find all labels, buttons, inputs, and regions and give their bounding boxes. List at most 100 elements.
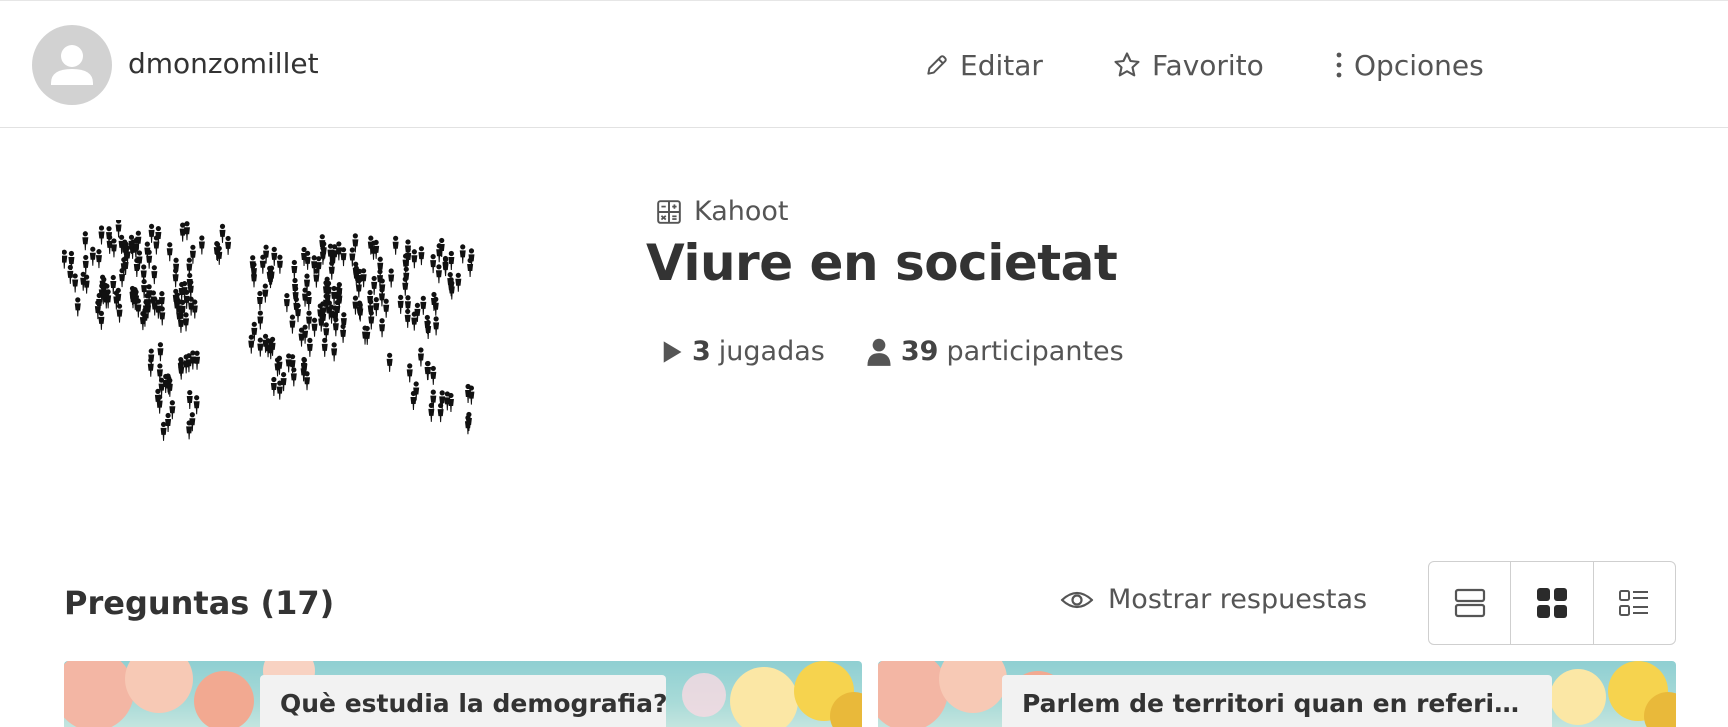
person-figure — [251, 268, 258, 288]
person-figure — [178, 281, 185, 302]
person-figure — [306, 337, 313, 357]
options-button[interactable]: Opciones — [1334, 45, 1484, 85]
eye-icon — [1060, 591, 1094, 608]
person-figure — [225, 235, 232, 255]
user-silhouette-icon — [51, 45, 93, 85]
person-figure — [82, 231, 89, 251]
show-answers-button[interactable]: Mostrar respuestas — [1060, 584, 1367, 615]
person-figure — [147, 357, 154, 377]
edit-label: Editar — [960, 48, 1043, 82]
person-figure — [442, 257, 449, 277]
person-figure — [183, 354, 190, 374]
person-figure — [198, 235, 205, 255]
person-figure — [417, 347, 424, 367]
person-icon — [867, 338, 891, 366]
plays-stat: 3 jugadas — [660, 336, 825, 367]
question-card[interactable]: Què estudia la demografia? — [64, 661, 862, 727]
person-figure — [418, 246, 425, 266]
person-figure — [153, 235, 160, 255]
person-figure — [428, 402, 435, 422]
list-view-icon — [1619, 590, 1649, 616]
person-figure — [283, 292, 290, 313]
person-figure — [133, 257, 140, 277]
grid-view-icon — [1536, 588, 1567, 618]
person-figure — [397, 294, 404, 314]
person-figure — [455, 272, 462, 292]
question-title: Parlem de territori quan en referim a... — [1002, 675, 1552, 727]
person-figure — [151, 296, 158, 316]
person-figure — [248, 334, 255, 354]
person-figure — [74, 297, 81, 317]
participants-count: 39 — [900, 336, 939, 367]
person-figure — [166, 377, 173, 397]
person-figure — [158, 377, 165, 397]
person-figure — [98, 310, 105, 330]
star-icon — [1114, 52, 1140, 77]
person-figure — [148, 223, 155, 243]
person-figure — [157, 342, 164, 362]
top-bar: dmonzomillet Editar Favorito Opciones — [0, 0, 1728, 128]
person-figure — [270, 376, 277, 397]
person-figure — [191, 299, 198, 319]
person-figure — [332, 317, 339, 337]
person-figure — [151, 265, 158, 285]
person-figure — [172, 268, 179, 288]
person-figure — [448, 280, 455, 300]
person-figure — [406, 363, 413, 383]
person-figure — [430, 254, 437, 274]
edit-button[interactable]: Editar — [924, 45, 1043, 85]
person-figure — [290, 367, 297, 387]
person-figure — [340, 323, 347, 343]
person-figure — [289, 314, 296, 334]
participants-stat: 39 participantes — [865, 336, 1124, 367]
favorite-button[interactable]: Favorito — [1112, 45, 1264, 85]
question-card[interactable]: Parlem de territori quan en referim a... — [878, 661, 1676, 727]
person-figure — [313, 268, 320, 288]
person-figure — [276, 254, 283, 274]
person-figure — [82, 254, 89, 274]
list-view-button[interactable] — [1592, 562, 1675, 644]
person-figure — [331, 342, 338, 362]
person-figure — [373, 297, 380, 317]
kahoot-title: Viure en societat — [646, 234, 1118, 292]
rows-view-icon — [1454, 588, 1485, 618]
question-title: Què estudia la demografia? — [260, 675, 666, 727]
person-figure — [257, 310, 264, 330]
kahoot-type: Kahoot — [656, 196, 789, 227]
person-figure — [448, 250, 455, 271]
person-figure — [383, 298, 390, 318]
person-figure — [311, 317, 318, 337]
person-figure — [425, 319, 432, 340]
person-figure — [116, 303, 123, 323]
more-vertical-icon — [1336, 52, 1342, 78]
options-label: Opciones — [1354, 48, 1484, 82]
person-figure — [256, 290, 263, 311]
plays-label: jugadas — [718, 336, 825, 367]
person-figure — [447, 392, 454, 412]
person-figure — [98, 225, 105, 245]
person-figure — [411, 249, 418, 269]
rows-view-button[interactable] — [1429, 562, 1510, 644]
person-figure — [83, 274, 90, 294]
person-figure — [432, 296, 439, 316]
avatar[interactable] — [32, 25, 112, 105]
person-figure — [420, 295, 427, 315]
participants-label: participantes — [946, 336, 1124, 367]
person-figure — [291, 259, 298, 279]
grid-view-button[interactable] — [1510, 562, 1592, 644]
person-figure — [193, 395, 200, 415]
person-figure — [135, 298, 142, 318]
person-figure — [262, 283, 269, 303]
person-figure — [430, 365, 437, 385]
person-figure — [110, 238, 117, 258]
person-figure — [388, 268, 395, 288]
person-figure — [468, 385, 475, 405]
plays-count: 3 — [692, 336, 711, 367]
person-figure — [166, 242, 173, 262]
username[interactable]: dmonzomillet — [128, 47, 319, 80]
person-figure — [355, 278, 362, 298]
person-figure — [433, 316, 440, 336]
person-figure — [378, 287, 385, 307]
person-figure — [119, 268, 126, 288]
person-figure — [379, 318, 386, 338]
